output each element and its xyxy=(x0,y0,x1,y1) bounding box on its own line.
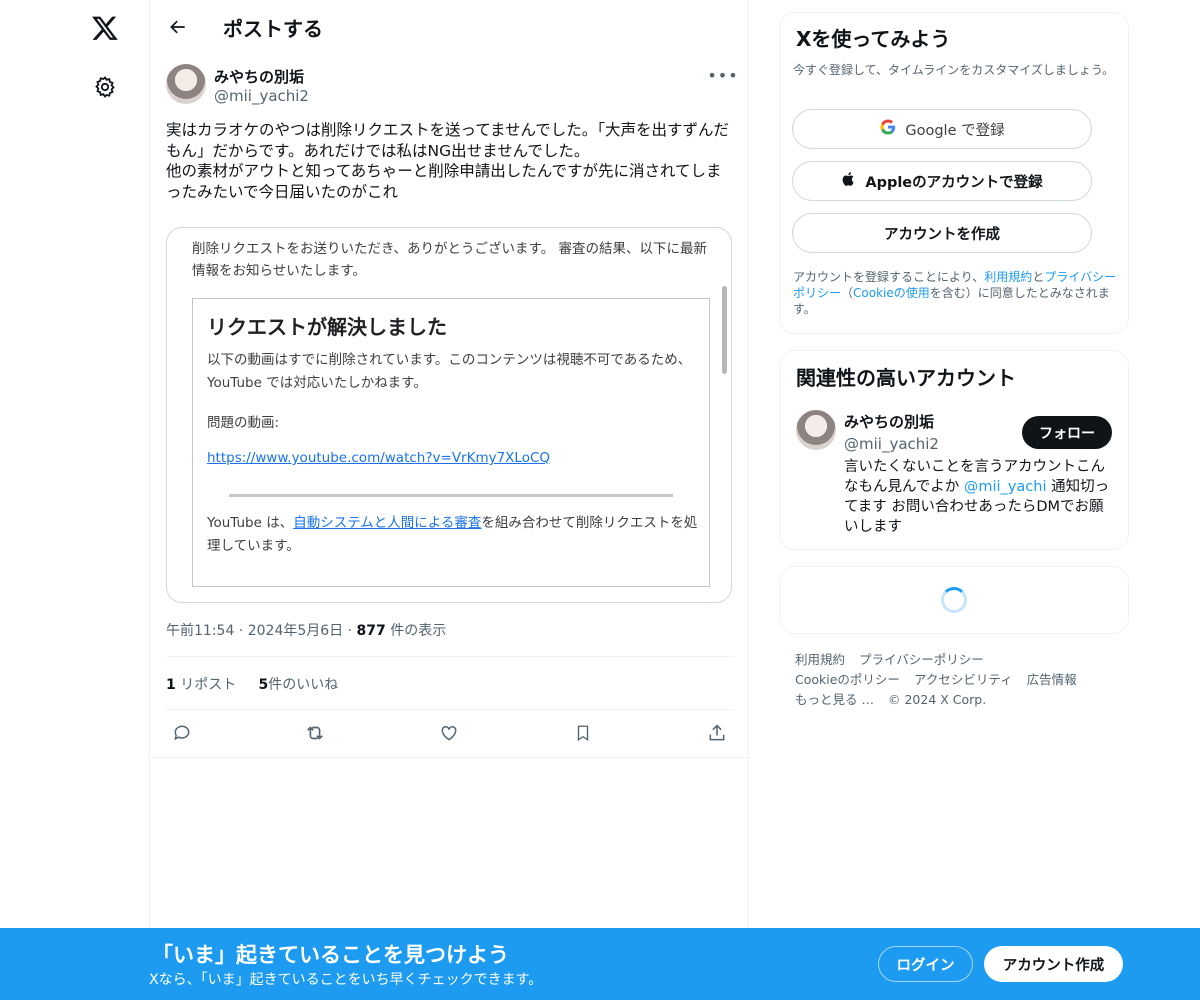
post-actions xyxy=(166,719,734,747)
related-account-handle[interactable]: @mii_yachi2 xyxy=(844,435,939,453)
image-scrollbar xyxy=(722,286,727,374)
left-nav xyxy=(0,0,150,1000)
divider xyxy=(166,656,734,657)
avatar[interactable] xyxy=(796,410,836,450)
create-account-label: アカウントを作成 xyxy=(884,226,1000,243)
signup-title: Xを使ってみよう xyxy=(796,27,951,51)
author-handle[interactable]: @mii_yachi2 xyxy=(214,87,309,105)
google-icon xyxy=(879,118,897,140)
loading-spinner-icon xyxy=(941,587,967,613)
terms-link[interactable]: 利用規約 xyxy=(984,270,1032,284)
footer-links: 利用規約 プライバシーポリシー Cookieのポリシー アクセシビリティ 広告情報 も… xyxy=(795,650,1125,710)
google-signup-button[interactable]: Google で登録 xyxy=(792,109,1092,149)
follow-button[interactable]: フォロー xyxy=(1022,416,1112,449)
post-meta: 午前11:54 · 2024年5月6日 · 877 件の表示 xyxy=(166,623,447,639)
gear-icon[interactable] xyxy=(91,73,119,101)
author-name[interactable]: みやちの別垢 xyxy=(214,66,304,87)
share-icon[interactable] xyxy=(703,719,731,747)
email-intro: 削除リクエストをお送りいただき、ありがとうございます。 審査の結果、以下に最新情… xyxy=(192,241,707,279)
bio-mention-link[interactable]: @mii_yachi xyxy=(964,479,1047,495)
post-stats: 1 リポスト 5件のいいね xyxy=(166,674,338,694)
top-bar: ポストする xyxy=(150,0,750,53)
signup-banner: 「いま」起きていることを見つけよう Xなら、「いま」起きていることをいち早くチェ… xyxy=(0,928,1200,1000)
reply-icon[interactable] xyxy=(168,719,196,747)
repost-icon[interactable] xyxy=(301,719,329,747)
signup-panel: Xを使ってみよう 今すぐ登録して、タイムラインをカスタマイズしましょう。 Goo… xyxy=(779,12,1129,334)
email-divider xyxy=(229,494,673,497)
login-button[interactable]: ログイン xyxy=(878,946,973,982)
post-time[interactable]: 午前11:54 xyxy=(166,623,234,639)
email-body-text: 以下の動画はすでに削除されています。このコンテンツは視聴不可であるため、YouT… xyxy=(207,352,692,391)
apple-signup-label: Appleのアカウントで登録 xyxy=(865,174,1043,191)
footer-link[interactable]: 広告情報 xyxy=(1027,672,1077,687)
post-text: 実はカラオケのやつは削除リクエストを送ってませんでした。「大声を出すずんだもん」… xyxy=(166,121,729,201)
footer-link[interactable]: プライバシーポリシー xyxy=(859,652,984,667)
main-column: ポストする みやちの別垢 @mii_yachi2 ••• 実はカラオケのやつは削… xyxy=(149,0,750,1000)
banner-title: 「いま」起きていることを見つけよう xyxy=(152,943,509,967)
divider xyxy=(166,709,734,710)
email-video-label: 問題の動画: xyxy=(207,415,280,431)
signup-subtitle: 今すぐ登録して、タイムラインをカスタマイズしましょう。 xyxy=(793,63,1115,77)
reposts-stat[interactable]: 1 リポスト xyxy=(166,677,236,693)
views-label: 件の表示 xyxy=(390,623,447,639)
banner-create-account-button[interactable]: アカウント作成 xyxy=(984,946,1123,982)
footer-link[interactable]: 利用規約 xyxy=(795,652,845,667)
related-account-name[interactable]: みやちの別垢 xyxy=(844,411,934,432)
google-signup-label: Google で登録 xyxy=(905,122,1005,139)
post-header: みやちの別垢 @mii_yachi2 ••• xyxy=(166,64,738,108)
email-footer-text: YouTube は、自動システムと人間による審査を組み合わせて削除リクエストを処… xyxy=(207,515,698,554)
footer-link[interactable]: Cookieのポリシー xyxy=(795,672,900,687)
back-arrow-icon[interactable] xyxy=(162,11,194,43)
page-title: ポストする xyxy=(223,17,323,41)
related-accounts-panel: 関連性の高いアカウント みやちの別垢 @mii_yachi2 フォロー 言いたく… xyxy=(779,350,1129,550)
avatar[interactable] xyxy=(166,64,206,104)
email-card-title: リクエストが解決しました xyxy=(207,315,447,339)
x-logo-icon[interactable] xyxy=(89,12,121,44)
related-title: 関連性の高いアカウント xyxy=(796,366,1016,390)
post-date[interactable]: 2024年5月6日 xyxy=(248,623,343,639)
related-account-bio: 言いたくないことを言うアカウントこんなもん見んでよか @mii_yachi 通知… xyxy=(844,459,1110,535)
create-account-button[interactable]: アカウントを作成 xyxy=(792,213,1092,253)
likes-stat[interactable]: 5件のいいね xyxy=(258,677,338,693)
post-media-image[interactable]: 削除リクエストをお送りいただき、ありがとうございます。 審査の結果、以下に最新情… xyxy=(166,227,732,603)
banner-subtitle: Xなら、「いま」起きていることをいち早くチェックできます。 xyxy=(149,972,543,988)
cookie-link[interactable]: Cookieの使用 xyxy=(853,286,930,300)
like-icon[interactable] xyxy=(435,719,463,747)
apple-icon xyxy=(841,170,857,192)
email-video-link: https://www.youtube.com/watch?v=VrKmy7XL… xyxy=(207,450,551,466)
more-options-icon[interactable]: ••• xyxy=(707,64,737,86)
legal-text: アカウントを登録することにより、利用規約とプライバシーポリシー（Cookieの使… xyxy=(793,270,1117,316)
email-card: リクエストが解決しました 以下の動画はすでに削除されています。このコンテンツは視… xyxy=(192,298,710,587)
footer-link[interactable]: もっと見る … xyxy=(795,692,874,707)
views-count: 877 xyxy=(356,623,386,639)
bookmark-icon[interactable] xyxy=(569,719,597,747)
copyright: © 2024 X Corp. xyxy=(887,692,987,707)
loading-panel xyxy=(779,566,1129,634)
apple-signup-button[interactable]: Appleのアカウントで登録 xyxy=(792,161,1092,201)
divider xyxy=(150,757,750,758)
footer-link[interactable]: アクセシビリティ xyxy=(914,672,1013,687)
